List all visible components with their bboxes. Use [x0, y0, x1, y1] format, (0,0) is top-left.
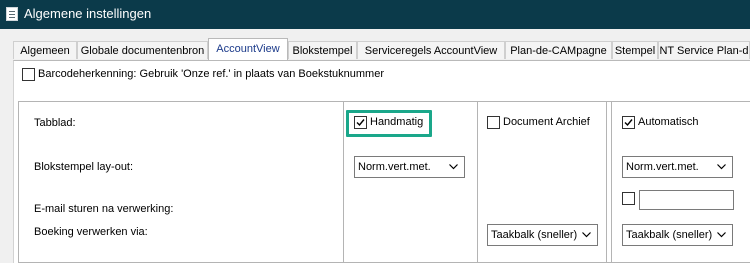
automatisch-email-field[interactable] — [639, 190, 734, 210]
tab-plan-de-campagne[interactable]: Plan-de-CAMpagne — [505, 41, 612, 59]
handmatig-checkbox[interactable] — [354, 116, 367, 129]
archief-checkbox[interactable] — [487, 116, 500, 129]
barcode-label: Barcodeherkenning: Gebruik 'Onze ref.' i… — [38, 68, 384, 80]
boeking-label: Boeking verwerken via: — [34, 226, 148, 238]
handmatig-label: Handmatig — [370, 116, 424, 128]
automatisch-checkbox[interactable] — [622, 116, 635, 129]
chevron-down-icon — [449, 164, 458, 170]
handmatig-layout-value: Norm.vert.met. — [358, 161, 431, 173]
document-icon — [6, 7, 18, 21]
automatisch-email-checkbox[interactable] — [622, 192, 635, 205]
tab-serviceregels-accountview[interactable]: Serviceregels AccountView — [357, 41, 505, 59]
tab-blokstempel[interactable]: Blokstempel — [288, 41, 357, 59]
handmatig-layout-select[interactable]: Norm.vert.met. — [354, 156, 465, 178]
chevron-down-icon — [717, 164, 726, 170]
chevron-down-icon — [717, 232, 726, 238]
email-label: E-mail sturen na verwerking: — [34, 203, 174, 215]
automatisch-boeking-value: Taakbalk (sneller) — [626, 229, 713, 241]
chevron-down-icon — [582, 232, 591, 238]
window-title: Algemene instellingen — [24, 6, 152, 21]
archief-label: Document Archief — [503, 116, 590, 128]
tab-strip: Algemeen Globale documentenbron AccountV… — [13, 38, 750, 60]
automatisch-boeking-select[interactable]: Taakbalk (sneller) — [622, 224, 733, 246]
tab-globale-documentenbron[interactable]: Globale documentenbron — [77, 41, 208, 59]
barcode-checkbox[interactable] — [22, 68, 35, 81]
checkmark-icon — [356, 119, 365, 127]
tab-accountview[interactable]: AccountView — [208, 38, 288, 60]
tab-algemeen[interactable]: Algemeen — [13, 41, 77, 59]
title-bar: Algemene instellingen — [0, 0, 750, 29]
archief-boeking-value: Taakbalk (sneller) — [491, 229, 578, 241]
automatisch-layout-select[interactable]: Norm.vert.met. — [622, 156, 733, 178]
tab-stempel[interactable]: Stempel — [612, 41, 658, 59]
automatisch-label: Automatisch — [638, 116, 699, 128]
tabblad-label: Tabblad: — [34, 117, 76, 129]
tab-nt-service-plan[interactable]: NT Service Plan-d — [658, 41, 750, 59]
checkmark-icon — [624, 119, 633, 127]
archief-boeking-select[interactable]: Taakbalk (sneller) — [487, 224, 598, 246]
blokstempel-layout-label: Blokstempel lay-out: — [34, 161, 134, 173]
automatisch-layout-value: Norm.vert.met. — [626, 161, 699, 173]
